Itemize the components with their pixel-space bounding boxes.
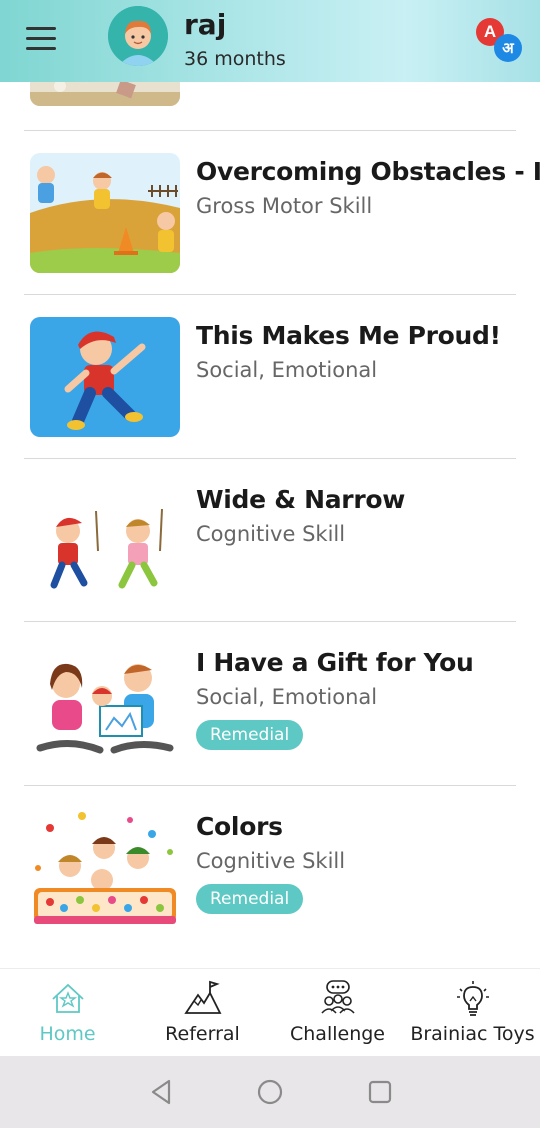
activity-title: This Makes Me Proud! [196,321,501,350]
language-hindi-icon: अ [494,34,522,62]
system-navigation-bar [0,1056,540,1128]
home-circle-icon[interactable] [256,1078,284,1106]
activity-title: Colors [196,812,283,841]
remedial-badge: Remedial [196,720,304,750]
activity-item[interactable]: This Makes Me Proud! Social, Emotional [0,295,540,458]
activity-title: Wide & Narrow [196,485,406,514]
activity-thumbnail-partial[interactable] [30,82,180,106]
activity-item[interactable]: I Have a Gift for You Social, Emotional … [0,622,540,785]
nav-referral[interactable]: Referral [135,969,270,1057]
activity-title: I Have a Gift for You [196,648,474,677]
back-icon[interactable] [147,1078,175,1106]
activity-title: Overcoming Obstacles - I [196,157,540,186]
activity-list[interactable]: Overcoming Obstacles - I Gross Motor Ski… [0,82,540,968]
home-icon [52,983,84,1013]
language-switch-icon[interactable]: A अ [474,16,524,64]
nav-label: Referral [165,1023,240,1045]
activity-thumbnail [30,153,180,273]
recents-icon[interactable] [366,1078,394,1106]
activity-category: Social, Emotional [196,685,378,709]
nav-brainiac-toys[interactable]: Brainiac Toys [405,969,540,1057]
activity-thumbnail [30,317,180,437]
hamburger-menu-icon[interactable] [26,27,58,51]
activity-category: Cognitive Skill [196,522,346,546]
mountain-flag-icon [184,980,222,1014]
activity-category: Social, Emotional [196,358,378,382]
group-chat-icon [321,980,355,1014]
app-header: raj 36 months A अ [0,0,540,82]
nav-label: Brainiac Toys [410,1023,535,1045]
activity-item[interactable]: Wide & Narrow Cognitive Skill [0,459,540,622]
activity-thumbnail [30,481,180,601]
user-age: 36 months [184,48,286,70]
avatar[interactable] [108,6,168,66]
remedial-badge: Remedial [196,884,304,914]
nav-challenge[interactable]: Challenge [270,969,405,1057]
activity-item[interactable]: Colors Cognitive Skill Remedial [0,786,540,949]
activity-thumbnail [30,644,180,764]
activity-thumbnail [30,808,180,928]
lightbulb-icon [457,981,489,1016]
nav-label: Challenge [290,1023,385,1045]
user-name: raj [184,8,227,41]
activity-category: Gross Motor Skill [196,194,373,218]
activity-item[interactable]: Overcoming Obstacles - I Gross Motor Ski… [0,131,540,294]
bottom-navigation: Home Referral Challenge Brainiac Toys [0,968,540,1056]
nav-label: Home [39,1023,96,1045]
activity-category: Cognitive Skill [196,849,346,873]
nav-home[interactable]: Home [0,969,135,1057]
